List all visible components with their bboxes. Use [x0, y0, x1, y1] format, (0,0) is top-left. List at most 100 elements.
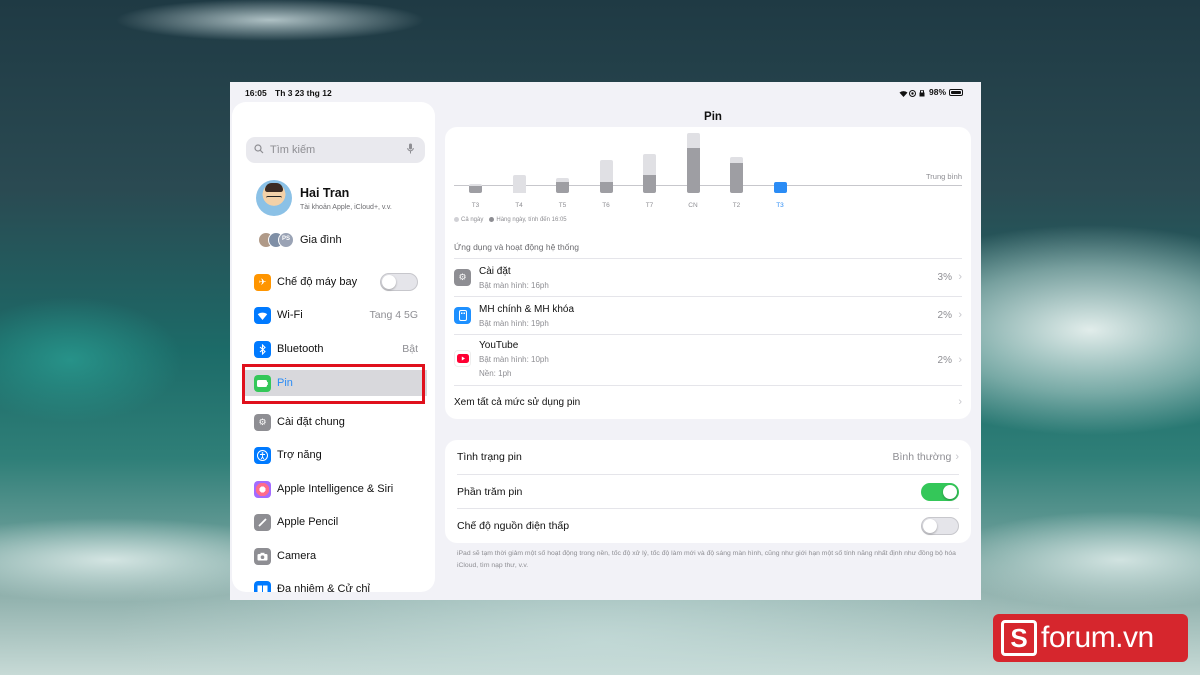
highlight-box: [242, 364, 425, 404]
wifi-status-icon: [899, 89, 908, 97]
family-avatar-badge: PS: [278, 232, 294, 248]
sidebar-item-label: Bluetooth: [277, 343, 324, 355]
pencil-icon: [254, 513, 271, 531]
sidebar-item-label: Apple Pencil: [277, 516, 339, 528]
app-row-youtube[interactable]: YouTube Bật màn hình: 10ph Nền: 1ph 2% ›: [454, 334, 962, 386]
low-power-toggle[interactable]: [921, 516, 959, 535]
bluetooth-icon: [254, 340, 271, 358]
status-right: 98%: [899, 87, 963, 97]
chart-bar-t5-2[interactable]: [556, 178, 569, 193]
sidebar: Tìm kiếm Hai Tran Tài khoản Apple, iClou…: [232, 102, 435, 592]
app-detail-background: Nền: 1ph: [479, 369, 512, 378]
chart-bar-t3-7[interactable]: [773, 182, 787, 193]
usage-card: Trung bình T3 T4 T5 T6 T7 CN T2 T3 Cả ngày Hàng…: [445, 127, 971, 419]
chart-bar-daily: [643, 175, 656, 193]
sidebar-item-accessibility[interactable]: Trợ năng: [245, 443, 427, 467]
profile-name: Hai Tran: [300, 185, 350, 200]
microphone-icon[interactable]: [407, 143, 417, 157]
chart-bar-total: [643, 154, 656, 175]
section-title: Ứng dụng và hoạt động hệ thống: [454, 242, 579, 252]
app-detail: Bật màn hình: 10ph: [479, 355, 549, 364]
page-title: Pin: [704, 111, 722, 123]
app-name: YouTube: [479, 340, 519, 351]
see-all-link[interactable]: Xem tất cả mức sử dụng pin: [454, 397, 580, 408]
see-all-usage-row[interactable]: Xem tất cả mức sử dụng pin ›: [454, 385, 962, 419]
status-date: Th 3 23 thg 12: [275, 88, 332, 98]
status-bar: 16:05 Th 3 23 thg 12 98%: [230, 82, 981, 102]
sidebar-item-apple-pencil[interactable]: Apple Pencil: [245, 510, 427, 534]
chevron-right-icon: ›: [958, 396, 962, 408]
battery-chart: Trung bình T3 T4 T5 T6 T7 CN T2 T3: [454, 133, 962, 223]
battery-percentage-toggle[interactable]: [921, 482, 959, 501]
battery-health-value: Bình thường: [892, 451, 952, 463]
chart-bar-t6-3[interactable]: [599, 160, 613, 193]
chart-tick-label: T3: [471, 202, 480, 209]
chart-bar-daily: [599, 182, 613, 193]
sidebar-item-label: Wi-Fi: [277, 309, 303, 321]
wifi-icon: [254, 306, 271, 324]
search-field[interactable]: Tìm kiếm: [246, 137, 425, 163]
family-label: Gia đình: [300, 234, 342, 246]
chart-tick-label: T3: [776, 202, 784, 209]
app-detail: Bật màn hình: 16ph: [479, 281, 549, 290]
family-row[interactable]: PS Gia đình: [258, 232, 342, 248]
chart-bar-t4-1[interactable]: [512, 175, 526, 193]
chart-bar-daily: [773, 182, 787, 193]
battery-icon: [949, 88, 963, 96]
legend-item-all-day: Cả ngày: [454, 217, 483, 223]
chevron-right-icon: ›: [958, 309, 962, 321]
gear-icon: ⚙: [254, 413, 271, 431]
average-line: [454, 185, 962, 186]
airplane-icon: ✈: [254, 273, 271, 291]
battery-settings-card: Tình trạng pin Bình thường › Phần trăm p…: [445, 440, 971, 543]
app-row-home-lock[interactable]: MH chính & MH khóa Bật màn hình: 19ph 2%…: [454, 296, 962, 335]
sidebar-item-airplane-mode[interactable]: ✈ Chế độ máy bay: [245, 270, 427, 294]
sidebar-item-general[interactable]: ⚙ Cài đặt chung: [245, 410, 427, 434]
airplane-mode-toggle[interactable]: [380, 273, 418, 291]
chevron-right-icon: ›: [955, 451, 959, 463]
app-detail: Bật màn hình: 19ph: [479, 319, 549, 328]
low-power-label: Chế độ nguồn điện thấp: [457, 519, 570, 532]
sidebar-item-wifi[interactable]: Wi-Fi Tang 4 5G: [245, 303, 427, 327]
battery-health-label: Tình trạng pin: [457, 451, 522, 463]
accessibility-icon: [254, 446, 271, 464]
sidebar-item-label: Apple Intelligence & Siri: [277, 483, 394, 495]
family-avatars: PS: [258, 232, 294, 248]
camera-icon: [254, 547, 271, 565]
chart-bar-t7-4[interactable]: [643, 154, 656, 193]
sidebar-item-label: Đa nhiệm & Cử chỉ: [277, 583, 370, 592]
search-placeholder: Tìm kiếm: [270, 144, 316, 156]
sforum-logo: S forum.vn: [993, 614, 1188, 662]
location-status-icon: [908, 89, 916, 97]
sforum-logo-letter: S: [1001, 620, 1037, 656]
battery-percentage-label: Phần trăm pin: [457, 485, 523, 498]
app-row-settings[interactable]: ⚙ Cài đặt Bật màn hình: 16ph 3% ›: [454, 258, 962, 297]
app-percent: 2%: [937, 355, 952, 366]
chart-bar-t2-6[interactable]: [730, 157, 743, 193]
chart-bar-daily: [686, 148, 700, 193]
sidebar-item-bluetooth[interactable]: Bluetooth Bật: [245, 337, 427, 361]
chart-bar-total: [599, 160, 613, 183]
profile-row[interactable]: Hai Tran Tài khoản Apple, iCloud+, v.v.: [256, 180, 392, 216]
sidebar-item-camera[interactable]: Camera: [245, 544, 427, 568]
battery-health-row[interactable]: Tình trạng pin Bình thường ›: [457, 440, 959, 474]
average-label: Trung bình: [926, 172, 962, 181]
chart-bar-total: [512, 175, 526, 193]
ipad-screen: 16:05 Th 3 23 thg 12 98% Tìm kiếm Hai Tr…: [230, 82, 981, 600]
chart-bar-t3-0[interactable]: [469, 184, 482, 193]
sidebar-item-label: Camera: [277, 550, 317, 562]
sidebar-item-label: Chế độ máy bay: [277, 276, 358, 288]
chart-tick-label: T4: [515, 202, 523, 209]
sidebar-item-label: Cài đặt chung: [277, 416, 345, 428]
profile-subtitle: Tài khoản Apple, iCloud+, v.v.: [300, 203, 392, 211]
gear-icon: ⚙: [454, 269, 471, 286]
sforum-logo-text: forum.vn: [1041, 621, 1154, 654]
chart-bar-cn-5[interactable]: [686, 133, 700, 193]
bluetooth-status-value: Bật: [402, 343, 418, 355]
sidebar-item-multitasking[interactable]: Đa nhiệm & Cử chỉ: [245, 577, 427, 592]
chevron-right-icon: ›: [958, 354, 962, 366]
battery-percent: 98%: [928, 87, 946, 97]
sidebar-item-siri[interactable]: Apple Intelligence & Siri: [245, 477, 427, 501]
chart-tick-label: T2: [732, 202, 741, 209]
status-time: 16:05: [245, 88, 267, 98]
